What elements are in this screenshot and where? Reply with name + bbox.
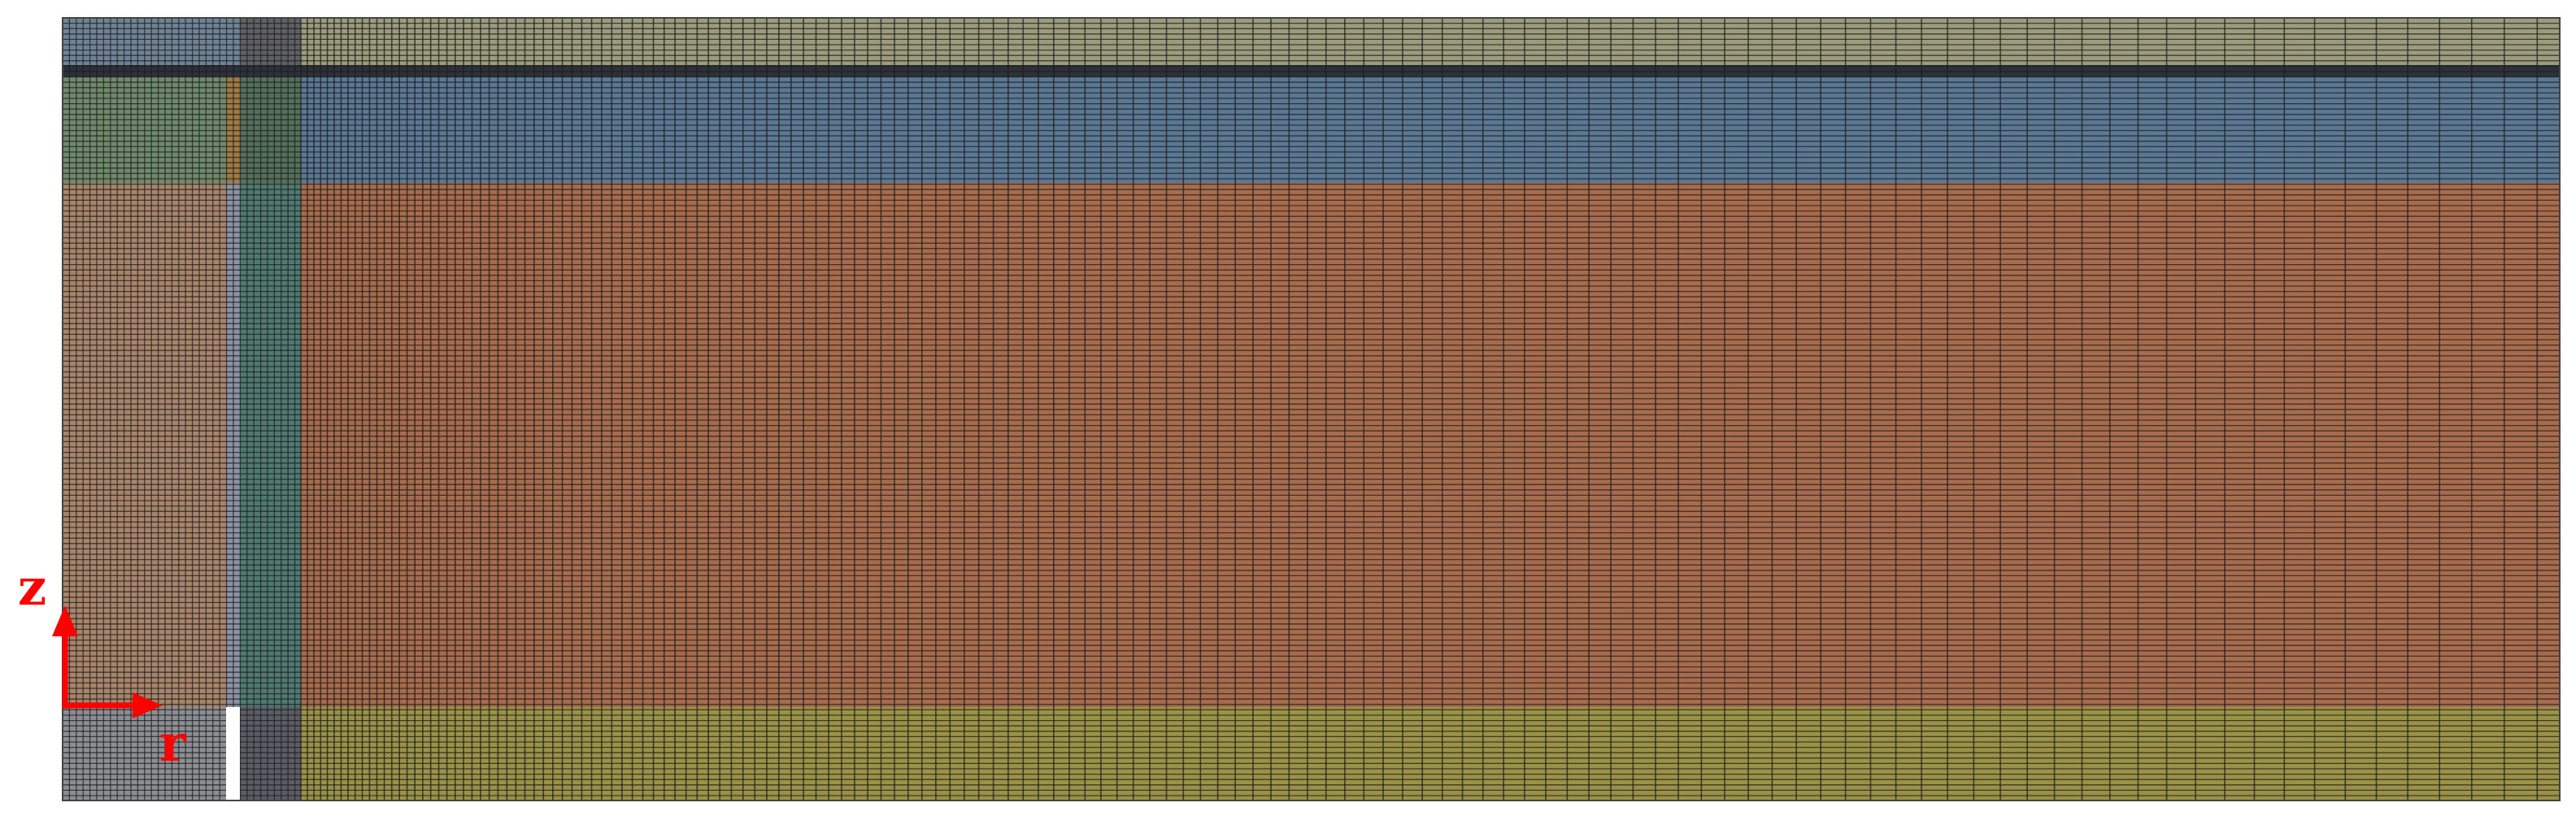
region-bottom-middle [240,707,301,800]
mesh-diagram [52,17,2561,803]
region-core-right [301,183,2560,707]
region-top-layer-middle [240,18,301,65]
region-core-middle [240,183,301,707]
region-bottom-right [301,707,2560,800]
z-axis-label: z [18,558,47,617]
region-top-layer-right [301,18,2560,65]
r-axis-label: r [159,714,186,773]
gap-notch [226,707,240,803]
